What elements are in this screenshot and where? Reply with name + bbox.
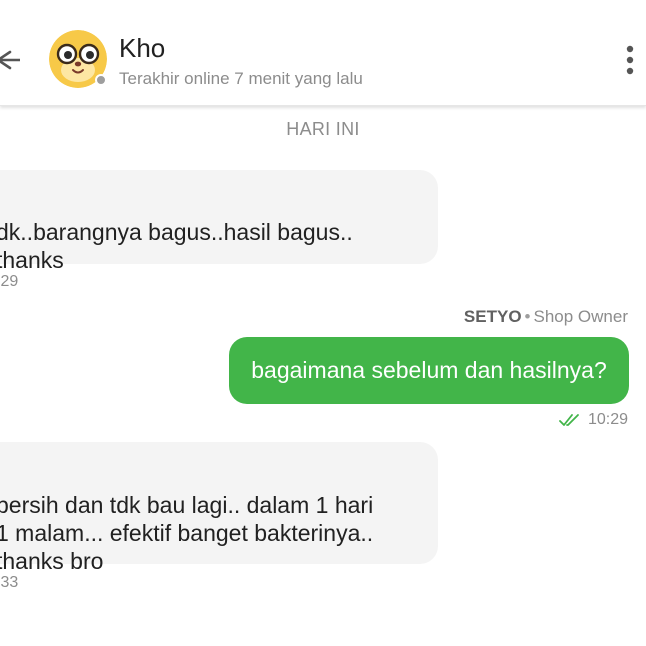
- incoming-message-bubble[interactable]: bersih dan tdk bau lagi.. dalam 1 hari 1…: [0, 442, 438, 574]
- double-check-icon: [559, 414, 579, 426]
- message-time: :33: [0, 574, 19, 591]
- incoming-message-bubble[interactable]: dk..barangnya bagus..hasil bagus.. thank…: [0, 170, 438, 273]
- contact-name[interactable]: Kho: [119, 33, 165, 64]
- sender-role: Shop Owner: [533, 307, 629, 326]
- message-text: bersih dan tdk bau lagi.. dalam 1 hari 1…: [0, 492, 374, 574]
- message-text: bagaimana sebelum dan hasilnya?: [251, 357, 607, 383]
- outgoing-message-bubble[interactable]: bagaimana sebelum dan hasilnya?: [229, 337, 629, 404]
- separator-dot: •: [524, 307, 531, 326]
- last-seen-status: Terakhir online 7 menit yang lalu: [119, 69, 363, 88]
- offline-status-dot: [95, 74, 107, 86]
- contact-avatar[interactable]: [49, 30, 107, 88]
- date-separator: HARI INI: [286, 119, 360, 139]
- sender-name: SETYO: [463, 307, 522, 326]
- sender-info: SETYO • Shop Owner: [464, 307, 628, 327]
- message-meta: 10:29: [559, 411, 628, 429]
- chat-header: Kho Terakhir online 7 menit yang lalu: [0, 0, 646, 106]
- message-text: dk..barangnya bagus..hasil bagus.. thank…: [0, 219, 353, 273]
- message-time: 10:29: [587, 411, 628, 428]
- more-options-icon[interactable]: [620, 43, 640, 77]
- back-arrow-icon[interactable]: [0, 42, 20, 78]
- message-time: :29: [0, 273, 19, 290]
